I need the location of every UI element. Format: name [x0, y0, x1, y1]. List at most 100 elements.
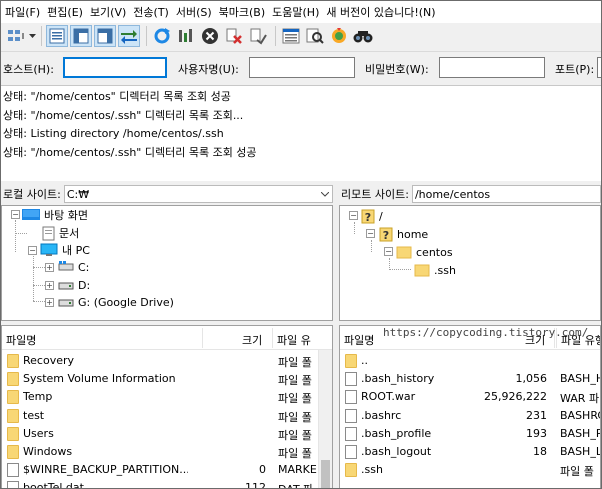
disconnect-icon[interactable]: [223, 25, 245, 47]
local-scrollbar[interactable]: [318, 350, 332, 488]
file-name: Temp: [23, 390, 53, 404]
unknown-folder-icon: ?: [361, 209, 375, 224]
tree-node-ssh[interactable]: .ssh: [414, 261, 456, 279]
file-row[interactable]: System Volume Information 파일 폴: [2, 370, 332, 388]
menu-help[interactable]: 도움말(H): [272, 4, 326, 20]
site-manager-icon[interactable]: [5, 25, 27, 47]
find-files-icon[interactable]: [352, 25, 374, 47]
compare-icon[interactable]: [304, 25, 326, 47]
file-name: ROOT.war: [361, 390, 416, 404]
menu-bar: 파일(F) 편집(E) 보기(V) 전송(T) 서버(S) 북마크(B) 도움말…: [1, 1, 601, 23]
file-row[interactable]: .ssh 파일 폴: [340, 461, 600, 479]
file-row[interactable]: $WINRE_BACKUP_PARTITION.... 0 MARKE: [2, 461, 332, 479]
file-row[interactable]: .bash_history 1,056 BASH_H: [340, 370, 600, 388]
folder-icon: [7, 372, 19, 387]
port-input[interactable]: [597, 57, 601, 78]
tree-node-label: centos: [416, 245, 453, 259]
sync-browse-icon[interactable]: [328, 25, 350, 47]
username-label: 사용자명(U):: [178, 63, 239, 76]
menu-server[interactable]: 서버(S): [176, 4, 219, 20]
file-row[interactable]: Recovery 파일 폴: [2, 352, 332, 370]
column-type[interactable]: 파일 유: [277, 332, 311, 348]
quickconnect-bar: 호스트(H): 사용자명(U): 비밀번호(W): 포트(P):: [1, 51, 601, 83]
file-name: .bashrc: [361, 408, 402, 422]
tree-node-label: G: (Google Drive): [78, 295, 174, 309]
dropdown-arrow-icon[interactable]: [29, 25, 37, 47]
local-path-combo[interactable]: C:₩: [63, 185, 333, 203]
file-size: 112: [245, 481, 266, 489]
expand-drive-g-icon[interactable]: +: [45, 298, 54, 307]
local-site-bar: 로컬 사이트: C:₩: [1, 183, 333, 205]
tree-node-my-pc[interactable]: 내 PC: [40, 241, 90, 259]
file-row[interactable]: ROOT.war 25,926,222 WAR 파: [340, 388, 600, 406]
reconnect-icon[interactable]: [247, 25, 269, 47]
file-row[interactable]: .bash_logout 18 BASH_L: [340, 443, 600, 461]
tree-node-drive-d[interactable]: D:: [58, 276, 90, 294]
log-status: 상태:: [3, 145, 27, 159]
remote-path-input[interactable]: /home/centos: [411, 185, 601, 203]
file-type: 파일 폴: [278, 410, 312, 424]
file-row[interactable]: Windows 파일 폴: [2, 443, 332, 461]
refresh-icon[interactable]: [151, 25, 173, 47]
collapse-desktop-icon[interactable]: −: [11, 210, 20, 219]
folder-icon: [7, 354, 19, 368]
log-status: 상태:: [3, 90, 27, 103]
menu-edit[interactable]: 편집(E): [47, 4, 90, 20]
tree-node-drive-c[interactable]: C:: [58, 258, 89, 276]
menu-view[interactable]: 보기(V): [90, 4, 133, 20]
host-input[interactable]: [63, 57, 167, 78]
toolbar-separator: [41, 26, 42, 46]
remote-file-list: 파일명 크기 파일 유형 .. .bash_history 1,056 BASH_H R…: [339, 325, 601, 488]
column-size[interactable]: 크기: [242, 332, 262, 348]
password-input[interactable]: [439, 57, 545, 78]
tree-node-centos[interactable]: centos: [396, 243, 453, 261]
column-filename[interactable]: 파일명: [344, 332, 374, 348]
file-row[interactable]: Temp 파일 폴: [2, 388, 332, 406]
collapse-root-icon[interactable]: −: [349, 211, 358, 220]
toggle-local-tree-icon[interactable]: [70, 25, 92, 47]
file-icon: [345, 408, 357, 423]
column-filename[interactable]: 파일명: [6, 332, 36, 348]
message-log: 상태: "/home/centos" 디렉터리 목록 조회 성공 상태: "/h…: [1, 85, 601, 181]
file-type: BASH_L: [560, 445, 601, 458]
cancel-icon[interactable]: [199, 25, 221, 47]
file-size: 193: [526, 426, 547, 440]
toggle-log-icon[interactable]: [46, 25, 68, 47]
scrollbar-thumb[interactable]: [321, 460, 330, 488]
host-label: 호스트(H):: [3, 63, 54, 76]
toggle-remote-tree-icon[interactable]: [94, 25, 116, 47]
toggle-queue-icon[interactable]: [118, 25, 140, 47]
tree-node-documents[interactable]: 문서: [42, 224, 79, 242]
username-input[interactable]: [249, 57, 355, 78]
file-row[interactable]: bootTel.dat 112 DAT 파: [2, 479, 332, 489]
password-label: 비밀번호(W):: [365, 63, 429, 76]
filter-icon[interactable]: [280, 25, 302, 47]
file-name: .bash_history: [361, 372, 435, 386]
svg-text:?: ?: [383, 229, 389, 242]
file-row[interactable]: .bashrc 231 BASHRC: [340, 407, 600, 425]
file-row[interactable]: .bash_profile 193 BASH_P: [340, 425, 600, 443]
menu-transfer[interactable]: 전송(T): [133, 4, 176, 20]
menu-bookmarks[interactable]: 북마크(B): [219, 4, 273, 20]
folder-icon: [414, 264, 430, 277]
file-row[interactable]: Users 파일 폴: [2, 425, 332, 443]
menu-file[interactable]: 파일(F): [5, 4, 47, 20]
tree-node-desktop[interactable]: 바탕 화면: [22, 206, 88, 224]
collapse-pc-icon[interactable]: −: [28, 246, 37, 255]
process-queue-icon[interactable]: [175, 25, 197, 47]
file-row[interactable]: test 파일 폴: [2, 407, 332, 425]
tree-node-root[interactable]: ? /: [361, 207, 383, 225]
collapse-home-icon[interactable]: −: [366, 229, 375, 238]
log-line: 상태: "/home/centos" 디렉터리 목록 조회 성공: [1, 88, 601, 107]
folder-icon: [7, 390, 19, 405]
expand-drive-d-icon[interactable]: +: [45, 281, 54, 290]
expand-drive-c-icon[interactable]: +: [45, 263, 54, 272]
tree-node-drive-g[interactable]: G: (Google Drive): [58, 293, 174, 311]
file-name: bootTel.dat: [23, 481, 84, 489]
collapse-centos-icon[interactable]: −: [384, 247, 393, 256]
file-row[interactable]: ..: [340, 352, 600, 370]
tree-node-home[interactable]: ? home: [379, 225, 428, 243]
menu-new-version[interactable]: 새 버전이 있습니다!(N): [326, 4, 442, 20]
file-type: DAT 파: [278, 481, 313, 488]
remote-site-label: 리모트 사이트:: [341, 188, 409, 201]
